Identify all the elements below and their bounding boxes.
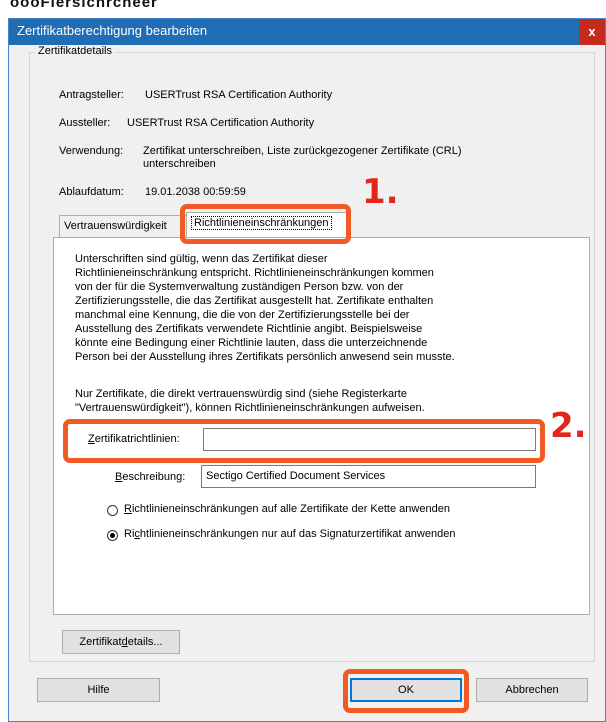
radio-signature-certificate[interactable]	[107, 530, 118, 541]
description-line: Richtlinieneinschränkung entspricht. Ric…	[75, 267, 434, 279]
highlight-policy-field	[63, 419, 545, 463]
radio-selected-dot	[110, 533, 115, 538]
antragsteller-label: Antragsteller:	[59, 89, 124, 101]
cropped-heading-text: oooFiersichrcheer	[10, 0, 158, 11]
dialog-title: Zertifikatberechtigung bearbeiten	[17, 23, 208, 38]
note-line: Nur Zertifikate, die direkt vertrauenswü…	[75, 388, 407, 400]
title-bar: Zertifikatberechtigung bearbeiten x	[9, 19, 605, 45]
aussteller-value: USERTrust RSA Certification Authority	[127, 117, 315, 129]
description-line: von der für die Systemverwaltung zuständ…	[75, 281, 404, 293]
help-button[interactable]: Hilfe	[37, 678, 160, 702]
aussteller-label: Aussteller:	[59, 117, 111, 129]
radio-all-certificates[interactable]	[107, 505, 118, 516]
highlight-policy-tab	[180, 204, 351, 244]
top-cropped-text: oooFiersichrcheer	[0, 0, 606, 18]
ablaufdatum-label: Ablaufdatum:	[59, 186, 124, 198]
beschreibung-label: Beschreibung:	[115, 471, 186, 483]
ablaufdatum-value: 19.01.2038 00:59:59	[145, 186, 246, 198]
beschreibung-field: Sectigo Certified Document Services	[201, 465, 536, 488]
step-2-label: 2.	[550, 406, 587, 446]
highlight-ok-button	[343, 669, 469, 713]
zertifikatdetails-button[interactable]: Zertifikatdetails...	[62, 630, 180, 654]
description-line: Ausstellung des Zertifikats verwendete R…	[75, 323, 423, 335]
policy-description: Unterschriften sind gültig, wenn das Zer…	[75, 252, 555, 364]
step-1-label: 1.	[362, 172, 399, 212]
description-line: Unterschriften sind gültig, wenn das Zer…	[75, 253, 328, 265]
cancel-button[interactable]: Abbrechen	[476, 678, 588, 702]
antragsteller-value: USERTrust RSA Certification Authority	[145, 89, 333, 101]
tab-vertrauenswuerdigkeit[interactable]: Vertrauenswürdigkeit	[59, 215, 189, 237]
close-button[interactable]: x	[579, 19, 605, 45]
verwendung-value-line1: Zertifikat unterschreiben, Liste zurückg…	[143, 145, 462, 157]
details-legend: Zertifikatdetails	[35, 45, 115, 57]
policy-note: Nur Zertifikate, die direkt vertrauenswü…	[75, 387, 555, 415]
verwendung-label: Verwendung:	[59, 145, 124, 157]
note-line: "Vertrauenswürdigkeit"), können Richtlin…	[75, 402, 425, 414]
description-line: Zertifizierungsstelle, die das Zertifika…	[75, 295, 434, 307]
radio-all-label[interactable]: Richtlinieneinschränkungen auf alle Zert…	[124, 503, 450, 515]
verwendung-value-line2: unterschreiben	[143, 158, 216, 170]
description-line: könnte eine Bedingung einer Richtlinie l…	[75, 337, 428, 349]
description-line: manchmal eine Kennung, die die von der Z…	[75, 309, 410, 321]
description-line: Person bei der Ausstellung ihres Zertifi…	[75, 351, 455, 363]
radio-signature-label[interactable]: Richtlinieneinschränkungen nur auf das S…	[124, 528, 455, 540]
